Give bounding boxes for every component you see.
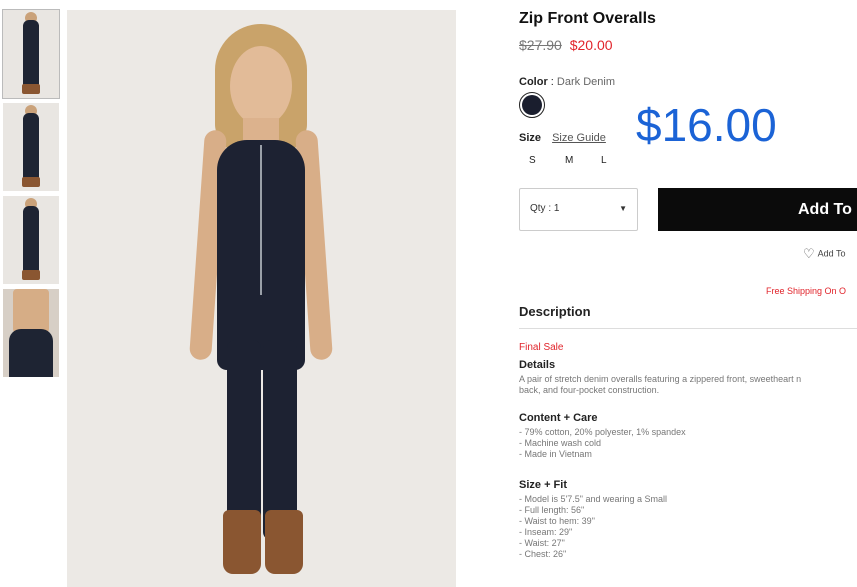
size-fit-item: - Waist to hem: 39" [519,516,595,526]
content-care-item: - Made in Vietnam [519,449,592,459]
thumbnail-back[interactable] [3,196,59,284]
size-fit-heading: Size + Fit [519,479,567,491]
size-fit-section: Size + Fit - Model is 5'7.5" and wearing… [519,479,857,560]
size-fit-item: - Waist: 27" [519,538,565,548]
description-divider [519,328,857,329]
size-fit-item: - Model is 5'7.5" and wearing a Small [519,494,667,504]
thumbnail-closeup-skin [13,289,49,333]
thumbnail-strip [2,9,60,382]
color-swatch-dark-denim[interactable] [519,92,545,118]
product-title: Zip Front Overalls [519,10,656,27]
original-price: $27.90 [519,37,562,53]
model-left-boot [223,510,261,574]
color-row: Color : Dark Denim [519,76,615,88]
size-option-m[interactable]: M [555,155,591,166]
content-care-heading: Content + Care [519,412,598,424]
model-face [230,46,292,126]
add-to-bag-button[interactable]: Add To [658,188,857,231]
product-info: Zip Front Overalls $27.90 $20.00 [519,10,857,53]
size-fit-item: - Full length: 56" [519,505,585,515]
shipping-note: Free Shipping On O [766,286,847,296]
description-heading: Description [519,304,591,319]
details-text-line: A pair of stretch denim overalls featuri… [519,374,802,384]
model-right-boot [265,510,303,574]
thumbnail-figure-body [23,206,39,278]
thumbnail-figure-body [23,20,39,92]
color-label: Color [519,76,548,88]
size-label: Size [519,132,542,144]
heart-outline-icon: ♡ [803,246,815,261]
size-fit-item: - Inseam: 29" [519,527,573,537]
price-block: $27.90 $20.00 [519,37,857,53]
color-separator: : [550,76,554,88]
size-fit-item: - Chest: 26" [519,549,567,559]
thumbnail-figure-body [23,113,39,185]
details-heading: Details [519,359,556,371]
thumbnail-closeup-top [9,329,53,377]
details-section: Details A pair of stretch denim overalls… [519,359,857,396]
size-option-s[interactable]: S [519,155,555,166]
overlay-price: $16.00 [636,99,777,151]
wishlist-label: Add To [817,248,846,259]
thumbnail-figure-boots [22,84,40,94]
content-care-section: Content + Care - 79% cotton, 20% polyest… [519,412,857,460]
color-value: Dark Denim [556,76,615,88]
content-care-item: - 79% cotton, 20% polyester, 1% spandex [519,427,686,437]
size-row: Size Size Guide [519,132,606,144]
content-care-item: - Machine wash cold [519,438,602,448]
quantity-select[interactable]: Qty : 1 ▼ [519,188,638,231]
thumbnail-closeup[interactable] [3,289,59,377]
swatch-fill [522,95,542,115]
main-product-image[interactable] [67,10,456,587]
thumbnail-figure-boots [22,270,40,280]
caret-down-icon: ▼ [619,204,627,213]
model-zipper [260,145,262,295]
details-text-line: back, and four-pocket construction. [519,385,660,395]
thumbnail-side[interactable] [3,103,59,191]
quantity-label: Qty : 1 [530,203,560,214]
final-sale-label: Final Sale [519,342,564,353]
size-options: S M L [519,155,627,166]
size-option-l[interactable]: L [591,155,627,166]
sale-price: $20.00 [569,37,613,53]
thumbnail-front[interactable] [2,9,60,99]
size-guide-link[interactable]: Size Guide [552,132,606,144]
add-to-wishlist-link[interactable]: ♡ Add To [803,246,846,262]
thumbnail-figure-boots [22,177,40,187]
